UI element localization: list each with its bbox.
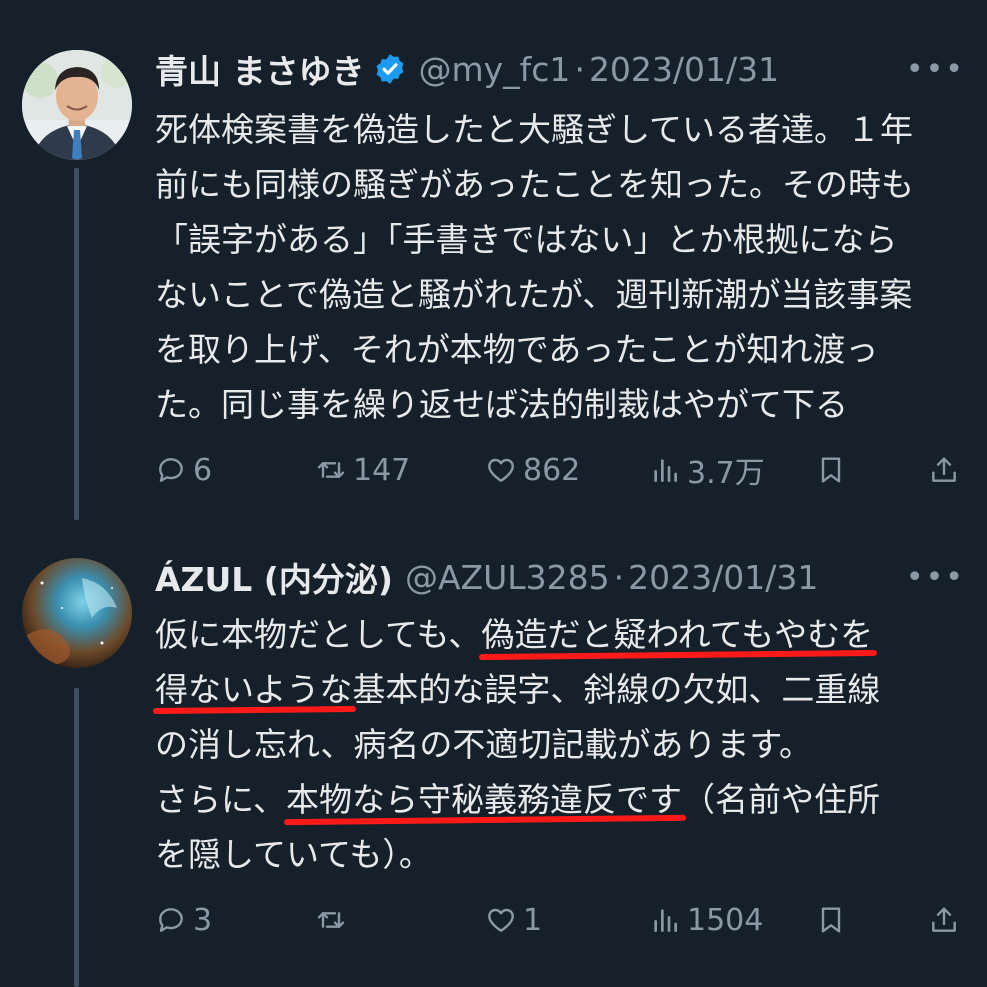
share-button[interactable] <box>928 898 960 942</box>
text-span: を隠していても）。 <box>155 835 432 874</box>
text-line: ないことで偽造と騒がれたが、週刊新潮が当該事案 <box>155 275 913 314</box>
views-icon <box>654 459 677 482</box>
bookmark-button[interactable] <box>815 898 847 942</box>
reply-icon <box>159 458 183 482</box>
author-name[interactable]: ÁZUL (内分泌) <box>155 553 393 601</box>
text-line: さらに、本物なら守秘義務違反です（名前や住所 <box>155 772 965 827</box>
tweet-header: ÁZUL (内分泌) @AZUL3285 · 2023/01/31 <box>155 554 818 600</box>
tweet-date[interactable]: 2023/01/31 <box>628 558 818 597</box>
red-underline-annotation: 得ないような <box>155 670 353 709</box>
tweet-2[interactable]: ÁZUL (内分泌) @AZUL3285 · 2023/01/31 ••• 仮に… <box>0 520 987 987</box>
retweet-icon <box>317 462 345 478</box>
retweet-count: 147 <box>353 452 411 488</box>
share-icon <box>932 907 956 932</box>
action-bar: 3 1 1504 <box>155 898 965 942</box>
more-icon[interactable]: ••• <box>906 52 965 87</box>
retweet-button[interactable] <box>315 898 353 942</box>
avatar-photo <box>22 50 132 160</box>
views-button[interactable]: 3.7万 <box>649 448 765 492</box>
more-icon[interactable]: ••• <box>906 560 965 595</box>
text-line: の消し忘れ、病名の不適切記載があります。 <box>155 717 965 772</box>
action-bar: 6 147 862 3.7万 <box>155 448 965 492</box>
thread-line <box>74 688 79 987</box>
text-line: 仮に本物だとしても、偽造だと疑われてもやむを <box>155 607 965 662</box>
bookmark-button[interactable] <box>815 448 847 492</box>
text-span: 仮に本物だとしても、 <box>155 615 482 654</box>
reply-count: 3 <box>193 902 213 938</box>
text-span: （名前や住所 <box>682 780 881 819</box>
text-line: を取り上げ、それが本物であったことが知れ渡っ <box>155 330 879 369</box>
like-count: 1 <box>523 902 543 938</box>
tweet-text: 仮に本物だとしても、偽造だと疑われてもやむを 得ないような基本的な誤字、斜線の欠… <box>155 607 965 882</box>
tweet-1[interactable]: 青山 まさゆき @my_fc1 · 2023/01/31 ••• 死体検案書を偽… <box>0 0 987 520</box>
thread-line <box>74 168 79 520</box>
share-button[interactable] <box>928 448 960 492</box>
author-handle[interactable]: @AZUL3285 <box>405 558 610 597</box>
share-icon <box>932 457 956 482</box>
like-button[interactable]: 862 <box>485 448 580 492</box>
author-name[interactable]: 青山 まさゆき <box>155 45 365 93</box>
avatar-azul[interactable] <box>22 558 132 668</box>
views-button[interactable]: 1504 <box>649 898 763 942</box>
text-line: 「誤字がある」「手書きではない」とか根拠になら <box>155 220 898 259</box>
text-line: 得ないような基本的な誤字、斜線の欠如、二重線 <box>155 662 965 717</box>
red-underline-annotation: 偽造だと疑われてもやむを <box>481 615 874 654</box>
avatar-aoyama[interactable] <box>22 50 132 160</box>
text-span: さらに、 <box>155 780 287 819</box>
views-icon <box>654 909 677 932</box>
bookmark-icon <box>821 457 841 483</box>
text-line: を隠していても）。 <box>155 827 965 882</box>
retweet-icon <box>317 912 345 928</box>
tweet-date[interactable]: 2023/01/31 <box>589 50 779 89</box>
views-count: 1504 <box>687 902 764 938</box>
tweet-header: 青山 まさゆき @my_fc1 · 2023/01/31 <box>155 46 779 92</box>
like-count: 862 <box>523 452 581 488</box>
retweet-button[interactable]: 147 <box>315 448 410 492</box>
separator-dot: · <box>574 49 585 89</box>
text-span: 基本的な誤字、斜線の欠如、二重線 <box>352 670 881 709</box>
like-icon <box>488 458 514 482</box>
avatar-nebula-image <box>22 558 132 668</box>
text-line: 死体検案書を偽造したと大騒ぎしている者達。１年 <box>155 110 914 149</box>
text-line: 前にも同様の騒ぎがあったことを知った。その時も <box>155 165 914 204</box>
text-line: た。同じ事を繰り返せば法的制裁はやがて下る <box>155 385 848 424</box>
like-icon <box>488 908 514 932</box>
reply-count: 6 <box>193 452 213 488</box>
verified-badge-icon <box>376 54 403 84</box>
red-underline-annotation: 本物なら守秘義務違反です <box>286 780 683 819</box>
like-button[interactable]: 1 <box>485 898 542 942</box>
author-handle[interactable]: @my_fc1 <box>419 50 571 89</box>
reply-icon <box>159 908 183 932</box>
reply-button[interactable]: 6 <box>155 448 212 492</box>
separator-dot: · <box>613 557 625 597</box>
bookmark-icon <box>821 907 841 933</box>
tweet-text: 死体検案書を偽造したと大騒ぎしている者達。１年 前にも同様の騒ぎがあったことを知… <box>155 102 965 432</box>
text-span: の消し忘れ、病名の不適切記載があります。 <box>155 725 813 764</box>
reply-button[interactable]: 3 <box>155 898 212 942</box>
views-count: 3.7万 <box>687 456 765 491</box>
